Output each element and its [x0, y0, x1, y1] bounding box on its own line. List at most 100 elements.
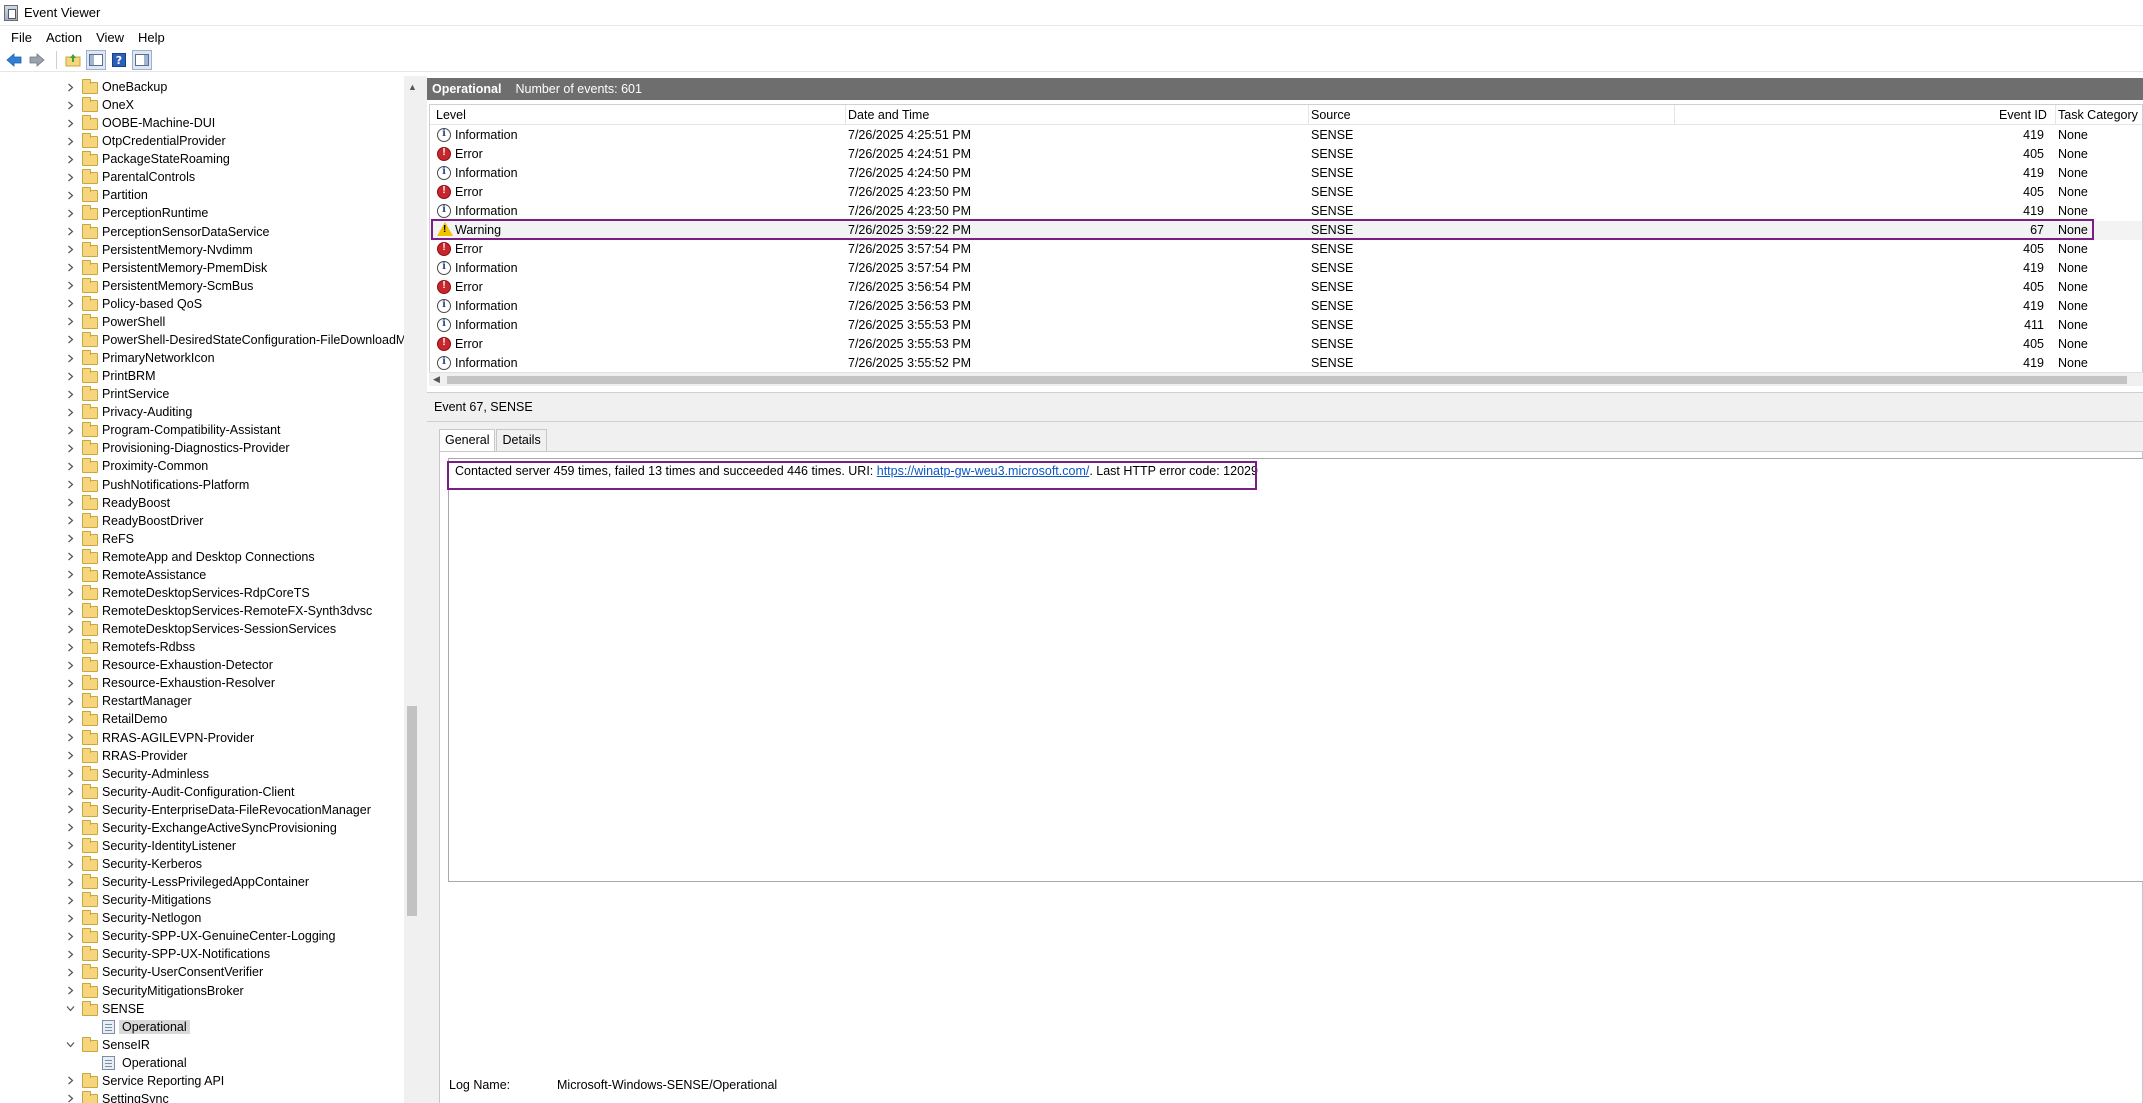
menu-help[interactable]: Help	[131, 28, 172, 47]
tree-item-folder[interactable]: Security-Audit-Configuration-Client	[0, 783, 404, 801]
chevron-right-icon[interactable]	[65, 552, 75, 562]
tree-item-folder[interactable]: SENSE	[0, 1000, 404, 1018]
forward-arrow-icon[interactable]	[27, 50, 47, 70]
chevron-right-icon[interactable]	[65, 461, 75, 471]
column-divider[interactable]	[1308, 105, 1309, 125]
tab-general[interactable]: General	[439, 429, 496, 452]
tree-item-folder[interactable]: SenseIR	[0, 1036, 404, 1054]
chevron-right-icon[interactable]	[65, 733, 75, 743]
tree-item-folder[interactable]: Security-IdentityListener	[0, 837, 404, 855]
tree-item-folder[interactable]: OneBackup	[0, 78, 404, 96]
tree-item-folder[interactable]: Security-EnterpriseData-FileRevocationMa…	[0, 801, 404, 819]
tree-item-folder[interactable]: RestartManager	[0, 692, 404, 710]
chevron-right-icon[interactable]	[65, 498, 75, 508]
chevron-right-icon[interactable]	[65, 913, 75, 923]
chevron-right-icon[interactable]	[65, 624, 75, 634]
scrollbar-thumb[interactable]	[447, 376, 2127, 384]
tree-item-folder[interactable]: PrintService	[0, 385, 404, 403]
tree-item-folder[interactable]: RRAS-Provider	[0, 747, 404, 765]
tree-item-folder[interactable]: ReadyBoostDriver	[0, 512, 404, 530]
chevron-right-icon[interactable]	[65, 407, 75, 417]
table-row[interactable]: Error 7/26/2025 3:55:53 PM SENSE None 405	[430, 335, 2142, 354]
column-date-time[interactable]: Date and Time	[848, 108, 929, 122]
tree-item-folder[interactable]: Service Reporting API	[0, 1072, 404, 1090]
tree-item-log[interactable]: Operational	[0, 1054, 404, 1072]
scroll-left-icon[interactable]: ◀	[433, 374, 440, 385]
tree-item-folder[interactable]: SettingSync	[0, 1090, 404, 1103]
chevron-right-icon[interactable]	[65, 425, 75, 435]
chevron-right-icon[interactable]	[65, 281, 75, 291]
chevron-right-icon[interactable]	[65, 335, 75, 345]
table-horizontal-scrollbar[interactable]: ◀	[429, 372, 2143, 386]
tree-item-folder[interactable]: SecurityMitigationsBroker	[0, 982, 404, 1000]
tree-vertical-scrollbar[interactable]: ▲	[404, 76, 420, 1103]
chevron-right-icon[interactable]	[65, 769, 75, 779]
tree-item-folder[interactable]: PerceptionRuntime	[0, 204, 404, 222]
tree-item-folder[interactable]: PushNotifications-Platform	[0, 476, 404, 494]
tree-item-folder[interactable]: Resource-Exhaustion-Detector	[0, 656, 404, 674]
scrollbar-thumb[interactable]	[407, 706, 417, 916]
tree-item-folder[interactable]: Provisioning-Diagnostics-Provider	[0, 439, 404, 457]
table-row[interactable]: Error 7/26/2025 4:23:50 PM SENSE None 405	[430, 183, 2142, 202]
menu-view[interactable]: View	[89, 28, 131, 47]
chevron-right-icon[interactable]	[65, 443, 75, 453]
chevron-right-icon[interactable]	[65, 190, 75, 200]
show-hide-tree-icon[interactable]	[86, 49, 106, 70]
table-row[interactable]: Information 7/26/2025 3:55:52 PM SENSE None…	[430, 354, 2142, 373]
tree-item-folder[interactable]: RemoteAssistance	[0, 566, 404, 584]
menu-file[interactable]: File	[4, 28, 39, 47]
chevron-right-icon[interactable]	[65, 136, 75, 146]
tree-item-folder[interactable]: Policy-based QoS	[0, 295, 404, 313]
table-row[interactable]: Error 7/26/2025 3:57:54 PM SENSE None 405	[430, 240, 2142, 259]
column-divider[interactable]	[2055, 105, 2056, 125]
scroll-up-icon[interactable]: ▲	[408, 82, 417, 92]
tree-item-folder[interactable]: Security-Mitigations	[0, 891, 404, 909]
chevron-right-icon[interactable]	[65, 660, 75, 670]
tree-item-folder[interactable]: PrintBRM	[0, 367, 404, 385]
column-source[interactable]: Source	[1311, 108, 1351, 122]
table-row[interactable]: Information 7/26/2025 4:23:50 PM SENSE None…	[430, 202, 2142, 221]
column-divider[interactable]	[1674, 105, 1675, 125]
table-row[interactable]: Warning 7/26/2025 3:59:22 PM SENSE None 67	[430, 221, 2142, 240]
chevron-down-icon[interactable]	[65, 1040, 75, 1050]
chevron-right-icon[interactable]	[65, 1094, 75, 1103]
tree-item-folder[interactable]: RemoteDesktopServices-RemoteFX-Synth3dvs…	[0, 602, 404, 620]
uri-link[interactable]: https://winatp-gw-weu3.microsoft.com/	[877, 464, 1090, 478]
tree-item-folder[interactable]: Resource-Exhaustion-Resolver	[0, 674, 404, 692]
tree-item-folder[interactable]: Security-Kerberos	[0, 855, 404, 873]
column-task-category[interactable]: Task Category	[2058, 108, 2138, 122]
pane-splitter[interactable]	[420, 76, 427, 1103]
chevron-right-icon[interactable]	[65, 100, 75, 110]
table-row[interactable]: Information 7/26/2025 3:56:53 PM SENSE None…	[430, 297, 2142, 316]
chevron-right-icon[interactable]	[65, 588, 75, 598]
chevron-right-icon[interactable]	[65, 480, 75, 490]
chevron-right-icon[interactable]	[65, 353, 75, 363]
chevron-right-icon[interactable]	[65, 714, 75, 724]
chevron-right-icon[interactable]	[65, 859, 75, 869]
tree-item-folder[interactable]: Security-SPP-UX-GenuineCenter-Logging	[0, 927, 404, 945]
tree-item-folder[interactable]: ParentalControls	[0, 168, 404, 186]
tree-item-folder[interactable]: RemoteDesktopServices-SessionServices	[0, 620, 404, 638]
tree-item-folder[interactable]: PerceptionSensorDataService	[0, 223, 404, 241]
folder-up-icon[interactable]	[63, 50, 83, 70]
tree-item-folder[interactable]: Proximity-Common	[0, 457, 404, 475]
chevron-down-icon[interactable]	[65, 1004, 75, 1014]
tree-item-folder[interactable]: PackageStateRoaming	[0, 150, 404, 168]
chevron-right-icon[interactable]	[65, 895, 75, 905]
chevron-right-icon[interactable]	[65, 696, 75, 706]
tree-item-folder[interactable]: Remotefs-Rdbss	[0, 638, 404, 656]
chevron-right-icon[interactable]	[65, 263, 75, 273]
tree-item-folder[interactable]: RetailDemo	[0, 710, 404, 728]
chevron-right-icon[interactable]	[65, 823, 75, 833]
column-divider[interactable]	[845, 105, 846, 125]
chevron-right-icon[interactable]	[65, 317, 75, 327]
chevron-right-icon[interactable]	[65, 642, 75, 652]
menu-action[interactable]: Action	[39, 28, 89, 47]
tree-item-folder[interactable]: Security-LessPrivilegedAppContainer	[0, 873, 404, 891]
tree-item-folder[interactable]: Security-UserConsentVerifier	[0, 963, 404, 981]
tree-item-folder[interactable]: Security-Adminless	[0, 765, 404, 783]
tree-item-folder[interactable]: Privacy-Auditing	[0, 403, 404, 421]
tree-item-folder[interactable]: PowerShell	[0, 313, 404, 331]
tree-item-folder[interactable]: Security-SPP-UX-Notifications	[0, 945, 404, 963]
chevron-right-icon[interactable]	[65, 118, 75, 128]
